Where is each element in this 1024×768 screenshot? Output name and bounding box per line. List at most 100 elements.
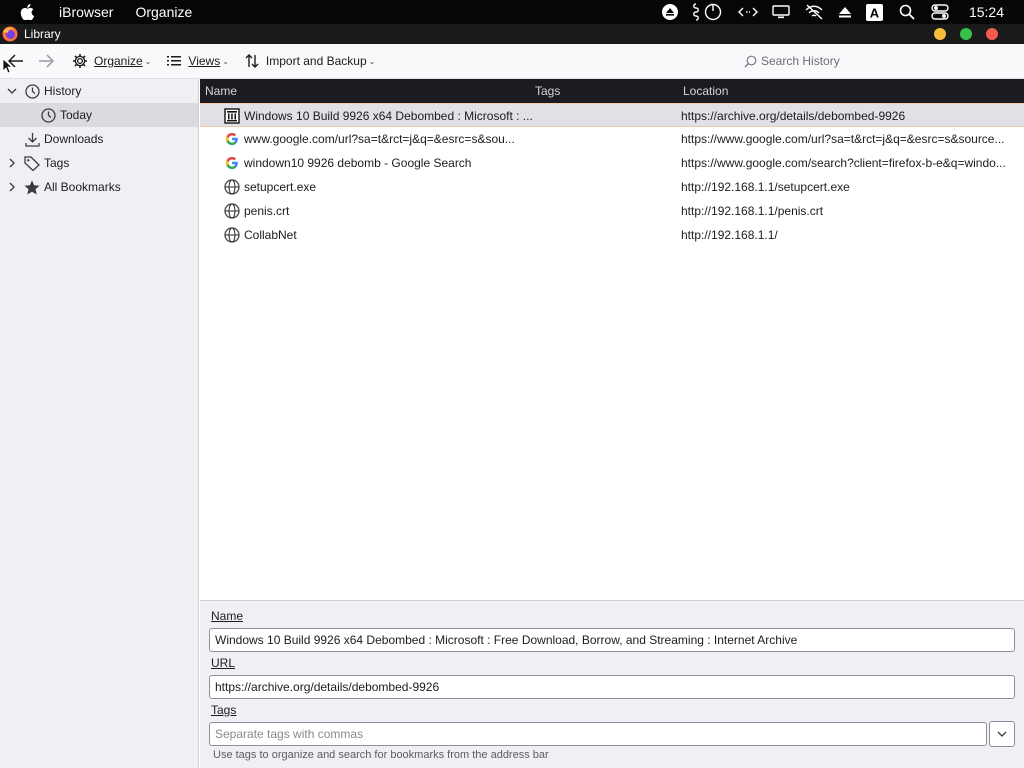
row-location: https://archive.org/details/debombed-992… — [681, 109, 906, 123]
table-row[interactable]: Windows 10 Build 9926 x64 Debombed : Mic… — [200, 103, 1024, 127]
sidebar-item-history[interactable]: History — [0, 79, 198, 103]
import-backup-label: Import and Backup — [265, 54, 367, 68]
tags-hint: Use tags to organize and search for book… — [213, 749, 549, 761]
sidebar-item-label: Today — [60, 108, 93, 122]
table-row[interactable]: CollabNet http://192.168.1.1/ — [200, 223, 1024, 247]
gear-icon — [73, 54, 87, 68]
sidebar-item-today[interactable]: Today — [0, 103, 198, 127]
column-header-tags[interactable]: Tags — [535, 79, 560, 103]
display-icon[interactable] — [772, 0, 790, 24]
library-toolbar: Organize ⌄ Views ⌄ Import and Backup ⌄ S… — [0, 44, 1024, 79]
search-icon[interactable] — [899, 0, 915, 24]
eject-triangle-icon[interactable] — [838, 0, 852, 24]
star-icon — [24, 179, 40, 195]
sidebar-item-label: All Bookmarks — [44, 180, 121, 194]
views-label: Views — [188, 54, 221, 68]
column-header-name[interactable]: Name — [205, 79, 237, 103]
history-table: Name Tags Location Windows 10 Build 9926… — [200, 79, 1024, 600]
row-location: http://192.168.1.1/ — [681, 228, 778, 242]
app-name-menu[interactable]: iBrowser — [59, 4, 113, 20]
download-icon — [24, 131, 40, 147]
window-titlebar: Library — [0, 24, 1024, 44]
chevron-down-icon[interactable] — [7, 86, 17, 96]
column-header-location[interactable]: Location — [683, 79, 728, 103]
wifi-off-icon[interactable] — [804, 0, 824, 24]
tag-icon — [24, 155, 40, 171]
google-icon — [224, 131, 240, 147]
clock-icon — [40, 107, 56, 123]
sidebar-item-label: History — [44, 84, 82, 98]
sidebar-item-label: Tags — [44, 156, 70, 170]
table-row[interactable]: www.google.com/url?sa=t&rct=j&q=&esrc=s&… — [200, 127, 1024, 151]
globe-icon — [224, 227, 240, 243]
archive-icon — [224, 108, 240, 124]
name-field[interactable]: Windows 10 Build 9926 x64 Debombed : Mic… — [209, 628, 1015, 652]
import-export-icon — [245, 54, 259, 68]
sidebar-item-all-bookmarks[interactable]: All Bookmarks — [0, 175, 198, 199]
row-location: http://192.168.1.1/penis.crt — [681, 204, 824, 218]
sidebar-item-label: Downloads — [44, 132, 104, 146]
google-icon — [224, 155, 240, 171]
status-tray: A 15:24 — [648, 0, 1024, 24]
row-name: setupcert.exe — [244, 180, 317, 194]
control-center-icon[interactable] — [931, 0, 949, 24]
row-location: https://www.google.com/search?client=fir… — [681, 156, 1006, 170]
chevron-right-icon[interactable] — [7, 182, 17, 192]
tags-field-label: Tags — [211, 703, 236, 717]
organize-button[interactable]: Organize ⌄ — [68, 48, 155, 74]
forward-button[interactable] — [34, 49, 58, 73]
globe-icon — [224, 203, 240, 219]
chevron-right-icon[interactable] — [7, 158, 17, 168]
firefox-logo-icon — [2, 26, 18, 42]
eject-icon[interactable] — [661, 0, 678, 24]
tags-label-text: Tags — [211, 703, 237, 717]
search-icon — [744, 55, 757, 67]
row-name: penis.crt — [244, 204, 290, 218]
library-sidebar: History Today Downloads Tags All Bookmar… — [0, 79, 199, 768]
table-header: Name Tags Location — [200, 79, 1024, 103]
row-name: windown10 9926 debomb - Google Search — [244, 156, 472, 170]
chevron-down-icon: ⌄ — [144, 56, 152, 66]
code-arrows-icon[interactable] — [737, 0, 758, 24]
row-name: www.google.com/url?sa=t&rct=j&q=&esrc=s&… — [244, 132, 515, 146]
menu-organize[interactable]: Organize — [135, 4, 192, 20]
search-placeholder: Search History — [761, 54, 840, 68]
forward-arrow-icon — [39, 54, 54, 68]
link-icon[interactable] — [692, 0, 700, 24]
tags-dropdown-button[interactable] — [989, 721, 1015, 747]
input-source-letter: A — [870, 5, 880, 20]
input-source-icon[interactable]: A — [865, 0, 883, 24]
url-field[interactable]: https://archive.org/details/debombed-992… — [209, 675, 1015, 699]
sidebar-item-downloads[interactable]: Downloads — [0, 127, 198, 151]
name-label-text: Name — [211, 609, 244, 623]
mouse-cursor-icon — [2, 58, 14, 77]
name-field-label: Name — [211, 609, 243, 623]
minimize-button[interactable] — [934, 28, 946, 40]
details-pane: Name Windows 10 Build 9926 x64 Debombed … — [200, 600, 1024, 768]
chevron-down-icon: ⌄ — [368, 56, 376, 66]
sidebar-item-tags[interactable]: Tags — [0, 151, 198, 175]
list-view-icon — [167, 56, 182, 66]
views-button[interactable]: Views ⌄ — [163, 48, 233, 74]
search-history-field[interactable]: Search History — [742, 49, 1012, 73]
power-icon[interactable] — [704, 0, 722, 24]
table-row[interactable]: penis.crt http://192.168.1.1/penis.crt — [200, 199, 1024, 223]
url-field-label: URL — [211, 656, 235, 670]
chevron-down-icon — [997, 731, 1007, 737]
tags-field[interactable]: Separate tags with commas — [209, 722, 987, 746]
menubar: iBrowser Organize A 15:24 — [0, 0, 1024, 24]
window-controls — [920, 28, 998, 40]
url-label-text: URL — [211, 656, 236, 670]
clock-icon — [24, 83, 40, 99]
row-name: Windows 10 Build 9926 x64 Debombed : Mic… — [244, 109, 533, 123]
close-button[interactable] — [986, 28, 998, 40]
row-location: https://www.google.com/url?sa=t&rct=j&q=… — [681, 132, 1005, 146]
table-row[interactable]: windown10 9926 debomb - Google Search ht… — [200, 151, 1024, 175]
import-backup-button[interactable]: Import and Backup ⌄ — [241, 48, 379, 74]
table-row[interactable]: setupcert.exe http://192.168.1.1/setupce… — [200, 175, 1024, 199]
zoom-button[interactable] — [960, 28, 972, 40]
row-location: http://192.168.1.1/setupcert.exe — [681, 180, 850, 194]
clock[interactable]: 15:24 — [969, 4, 1004, 20]
apple-icon[interactable] — [20, 4, 40, 20]
window-title: Library — [24, 27, 61, 41]
